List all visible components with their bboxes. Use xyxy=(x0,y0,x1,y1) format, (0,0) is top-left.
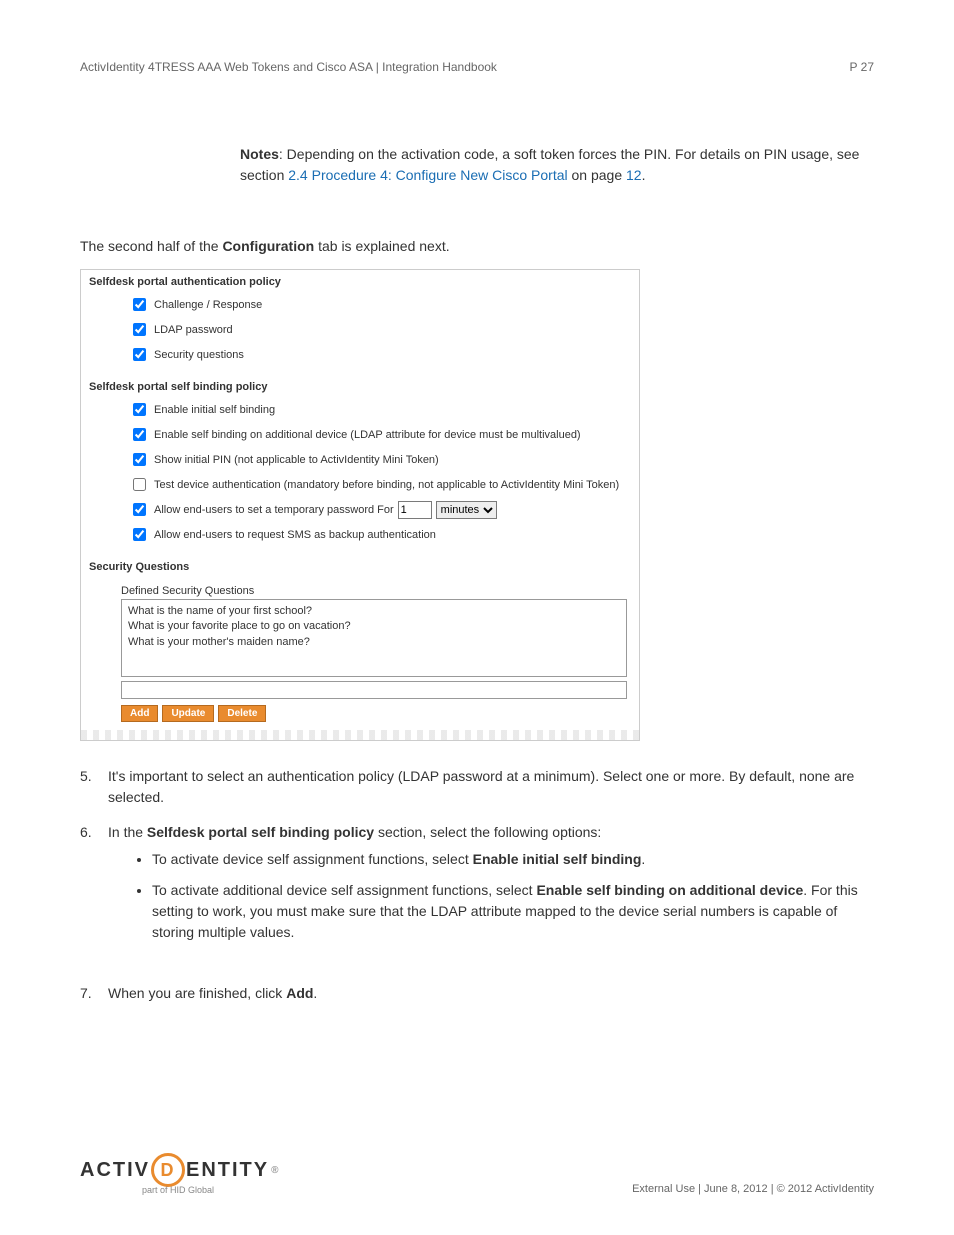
checkbox-security-q[interactable] xyxy=(133,348,146,361)
security-questions-heading: Security Questions xyxy=(81,555,639,577)
checkbox-row-challenge: Challenge / Response xyxy=(121,292,639,317)
torn-edge-decoration xyxy=(81,730,639,740)
select-temp-unit[interactable]: minutes xyxy=(436,501,497,519)
label-enable-initial: Enable initial self binding xyxy=(154,404,275,416)
label-ldap: LDAP password xyxy=(154,324,233,336)
step-5: 5. It's important to select an authentic… xyxy=(80,766,874,808)
logo-subtitle: part of HID Global xyxy=(142,1185,214,1195)
logo-left: ACTIV xyxy=(80,1159,150,1182)
add-button[interactable]: Add xyxy=(121,705,158,722)
checkbox-row-temp-password: Allow end-users to set a temporary passw… xyxy=(121,497,639,522)
footer-right-text: External Use | June 8, 2012 | © 2012 Act… xyxy=(632,1183,874,1195)
checkbox-test-device[interactable] xyxy=(133,478,146,491)
step-6: 6. In the Selfdesk portal self binding p… xyxy=(80,822,874,953)
logo-registered-icon: ® xyxy=(271,1165,280,1176)
step-5-number: 5. xyxy=(80,766,108,808)
notes-link[interactable]: 2.4 Procedure 4: Configure New Cisco Por… xyxy=(288,167,567,183)
logo: ACTIVDENTITY® part of HID Global xyxy=(80,1153,281,1195)
checkbox-challenge[interactable] xyxy=(133,298,146,311)
step-6-bullet-2: To activate additional device self assig… xyxy=(152,880,874,943)
checkbox-temp-password[interactable] xyxy=(133,503,146,516)
checkbox-enable-additional[interactable] xyxy=(133,428,146,441)
page-footer: ACTIVDENTITY® part of HID Global Externa… xyxy=(80,1153,874,1195)
input-temp-value[interactable] xyxy=(398,501,432,519)
step-7-number: 7. xyxy=(80,983,108,1004)
header-title: ActivIdentity 4TRESS AAA Web Tokens and … xyxy=(80,60,497,74)
binding-policy-heading: Selfdesk portal self binding policy xyxy=(81,375,639,397)
questions-listbox[interactable]: What is the name of your first school? W… xyxy=(121,599,627,677)
checkbox-ldap[interactable] xyxy=(133,323,146,336)
checkbox-row-enable-initial: Enable initial self binding xyxy=(121,397,639,422)
notes-label: Notes xyxy=(240,146,279,162)
question-input[interactable] xyxy=(121,681,627,699)
auth-policy-heading: Selfdesk portal authentication policy xyxy=(81,270,639,292)
checkbox-row-ldap: LDAP password xyxy=(121,317,639,342)
label-temp-password-pre: Allow end-users to set a temporary passw… xyxy=(154,504,394,516)
notes-block: Notes: Depending on the activation code,… xyxy=(240,144,874,186)
notes-page-ref[interactable]: 12 xyxy=(626,167,642,183)
label-enable-additional: Enable self binding on additional device… xyxy=(154,429,581,441)
checkbox-row-enable-additional: Enable self binding on additional device… xyxy=(121,422,639,447)
step-6-bullet-1: To activate device self assignment funct… xyxy=(152,849,874,870)
label-show-pin: Show initial PIN (not applicable to Acti… xyxy=(154,454,439,466)
page-header: ActivIdentity 4TRESS AAA Web Tokens and … xyxy=(80,60,874,74)
header-page-number: P 27 xyxy=(850,60,874,74)
checkbox-show-pin[interactable] xyxy=(133,453,146,466)
step-6-number: 6. xyxy=(80,822,108,953)
notes-period: . xyxy=(642,167,646,183)
checkbox-enable-initial[interactable] xyxy=(133,403,146,416)
checkbox-allow-sms[interactable] xyxy=(133,528,146,541)
label-challenge: Challenge / Response xyxy=(154,299,262,311)
label-allow-sms: Allow end-users to request SMS as backup… xyxy=(154,529,436,541)
checkbox-row-test-device: Test device authentication (mandatory be… xyxy=(121,472,639,497)
delete-button[interactable]: Delete xyxy=(218,705,266,722)
step-6-bullets: To activate device self assignment funct… xyxy=(152,849,874,943)
defined-questions-label: Defined Security Questions xyxy=(81,577,639,599)
question-3: What is your mother's maiden name? xyxy=(128,635,620,650)
step-5-text: It's important to select an authenticati… xyxy=(108,766,874,808)
logo-d-icon: D xyxy=(151,1153,185,1187)
config-screenshot: Selfdesk portal authentication policy Ch… xyxy=(80,269,640,741)
notes-tail: on page xyxy=(568,167,626,183)
checkbox-row-allow-sms: Allow end-users to request SMS as backup… xyxy=(121,522,639,547)
steps-list: 5. It's important to select an authentic… xyxy=(80,766,874,1004)
checkbox-row-show-pin: Show initial PIN (not applicable to Acti… xyxy=(121,447,639,472)
update-button[interactable]: Update xyxy=(162,705,214,722)
step-7: 7. When you are finished, click Add. xyxy=(80,983,874,1004)
logo-right: ENTITY xyxy=(186,1159,269,1182)
label-test-device: Test device authentication (mandatory be… xyxy=(154,479,619,491)
question-1: What is the name of your first school? xyxy=(128,604,620,619)
intro-text: The second half of the Configuration tab… xyxy=(80,236,874,257)
label-security-q: Security questions xyxy=(154,349,244,361)
question-2: What is your favorite place to go on vac… xyxy=(128,619,620,634)
checkbox-row-security-q: Security questions xyxy=(121,342,639,367)
